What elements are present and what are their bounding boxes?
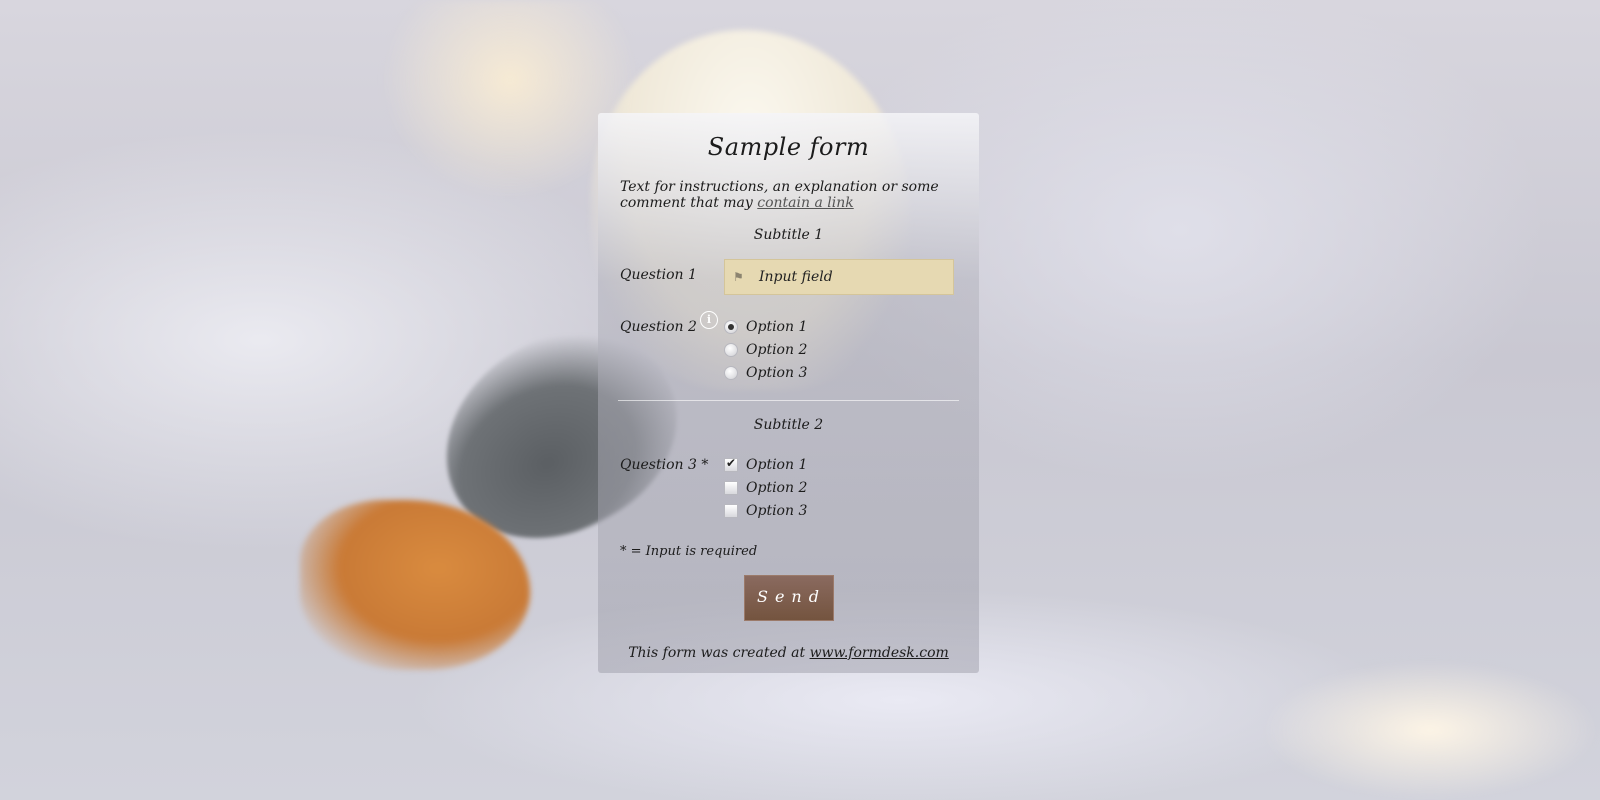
footer: This form was created at www.formdesk.co…	[616, 645, 961, 661]
question-1-input-value: Input field	[759, 269, 833, 285]
question-3-options: Option 1 Option 2 Option 3	[724, 449, 807, 522]
question-3-label: Question 3 *	[620, 457, 709, 473]
background-highlight-bottom	[1260, 660, 1600, 800]
option-label: Option 1	[746, 456, 808, 473]
form-panel: Sample form Text for instructions, an ex…	[598, 113, 979, 673]
question-2-option-2[interactable]: Option 2	[724, 338, 807, 361]
footer-link[interactable]: www.formdesk.com	[810, 645, 949, 661]
option-label: Option 2	[746, 341, 808, 358]
checkbox-checked[interactable]	[724, 456, 738, 472]
radio-button[interactable]	[724, 365, 738, 380]
question-1-input[interactable]: ⚑ Input field	[724, 259, 954, 295]
question-3-option-1[interactable]: Option 1	[724, 453, 807, 476]
radio-button-selected[interactable]	[724, 319, 738, 334]
question-2-label-wrap: Question 2 i	[616, 311, 724, 384]
send-button[interactable]: Send	[743, 575, 834, 621]
question-1-row: Question 1 ⚑ Input field	[616, 259, 961, 295]
radio-button[interactable]	[724, 342, 738, 357]
option-label: Option 2	[746, 479, 808, 496]
question-3-option-3[interactable]: Option 3	[724, 499, 807, 522]
required-note: * = Input is required	[620, 544, 758, 559]
intro-link[interactable]: contain a link	[757, 195, 853, 211]
footer-text: This form was created at	[628, 645, 810, 661]
question-3-option-2[interactable]: Option 2	[724, 476, 807, 499]
option-label: Option 1	[746, 318, 808, 335]
option-label: Option 3	[746, 364, 808, 381]
option-label: Option 3	[746, 502, 808, 519]
form-title: Sample form	[707, 133, 870, 161]
question-1-label: Question 1	[620, 267, 697, 283]
send-wrap: Send	[616, 575, 961, 621]
intro-text: Text for instructions, an explanation or…	[620, 179, 957, 211]
question-2-label: Question 2	[620, 319, 697, 335]
section-divider	[618, 400, 959, 401]
info-icon[interactable]: i	[700, 311, 718, 329]
checkbox[interactable]	[724, 480, 738, 495]
checkbox[interactable]	[724, 503, 738, 518]
tag-icon: ⚑	[733, 270, 744, 284]
question-2-options: Option 1 Option 2 Option 3	[724, 311, 807, 384]
question-2-option-3[interactable]: Option 3	[724, 361, 807, 384]
subtitle-2: Subtitle 2	[753, 417, 824, 433]
question-2-option-1[interactable]: Option 1	[724, 315, 807, 338]
subtitle-1: Subtitle 1	[753, 227, 824, 243]
question-2-row: Question 2 i Option 1 Option 2 Option 3	[616, 311, 961, 384]
question-3-row: Question 3 * Option 1 Option 2 Option 3	[616, 449, 961, 522]
